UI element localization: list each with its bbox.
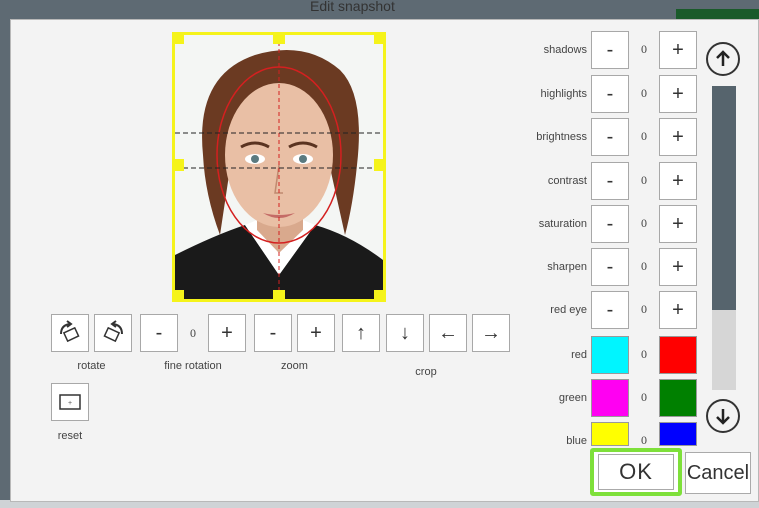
adjust-label-sharpen: sharpen bbox=[547, 261, 587, 273]
adjust-contrast-plus-button[interactable]: + bbox=[659, 162, 697, 200]
color-label-red: red bbox=[571, 349, 587, 361]
adjust-label-shadows: shadows bbox=[543, 44, 587, 56]
adjust-red-eye-value: 0 bbox=[641, 302, 647, 316]
color-blue-increase-swatch[interactable] bbox=[659, 422, 697, 446]
arrow-up-icon bbox=[716, 50, 730, 66]
arrow-down-icon: ↓ bbox=[400, 321, 410, 344]
adjust-saturation-minus-button[interactable]: - bbox=[591, 205, 629, 243]
adjust-sharpen-minus-button[interactable]: - bbox=[591, 248, 629, 286]
color-green-increase-swatch[interactable] bbox=[659, 379, 697, 417]
adjust-brightness-minus-button[interactable]: - bbox=[591, 118, 629, 156]
adjust-label-saturation: saturation bbox=[538, 218, 587, 230]
reset-icon: + bbox=[59, 394, 81, 410]
crop-up-button[interactable]: ↑ bbox=[342, 314, 380, 352]
adjust-label-brightness: brightness bbox=[536, 131, 587, 143]
scroll-up-button[interactable] bbox=[706, 42, 740, 76]
arrow-up-icon: ↑ bbox=[356, 321, 366, 344]
adjust-contrast-value: 0 bbox=[641, 173, 647, 187]
arrow-right-icon: → bbox=[481, 321, 501, 344]
crop-right-button[interactable]: → bbox=[472, 314, 510, 352]
color-red-decrease-swatch[interactable] bbox=[591, 336, 629, 374]
fine-rotation-value: 0 bbox=[190, 326, 196, 340]
crop-handle[interactable] bbox=[273, 290, 285, 299]
color-label-blue: blue bbox=[566, 435, 587, 447]
adjust-label-contrast: contrast bbox=[547, 175, 587, 187]
adjust-red-eye-plus-button[interactable]: + bbox=[659, 291, 697, 329]
fine-rotation-minus-button[interactable]: - bbox=[140, 314, 178, 352]
adjust-highlights-minus-button[interactable]: - bbox=[591, 75, 629, 113]
zoom-in-button[interactable]: + bbox=[297, 314, 335, 352]
crop-handle[interactable] bbox=[374, 35, 383, 44]
adjust-brightness-value: 0 bbox=[641, 129, 647, 143]
ok-button[interactable]: OK bbox=[598, 454, 674, 490]
window-title: Edit snapshot bbox=[310, 0, 395, 14]
zoom-out-button[interactable]: - bbox=[254, 314, 292, 352]
arrow-left-icon: ← bbox=[438, 321, 458, 344]
portrait-image bbox=[175, 35, 383, 299]
cancel-button[interactable]: Cancel bbox=[685, 452, 751, 494]
adjust-red-eye-minus-button[interactable]: - bbox=[591, 291, 629, 329]
adjust-sharpen-plus-button[interactable]: + bbox=[659, 248, 697, 286]
fine-rotation-label: fine rotation bbox=[164, 360, 222, 372]
photo-preview[interactable] bbox=[172, 32, 386, 302]
rotate-left-icon bbox=[60, 320, 80, 343]
adjust-brightness-plus-button[interactable]: + bbox=[659, 118, 697, 156]
color-blue-value: 0 bbox=[641, 433, 647, 447]
rotate-right-button[interactable] bbox=[94, 314, 132, 352]
scrollbar-thumb[interactable] bbox=[712, 86, 736, 310]
adjust-shadows-minus-button[interactable]: - bbox=[591, 31, 629, 69]
crop-handle[interactable] bbox=[175, 35, 184, 44]
scroll-down-button[interactable] bbox=[706, 399, 740, 433]
adjust-saturation-value: 0 bbox=[641, 216, 647, 230]
adjust-label-highlights: highlights bbox=[540, 88, 587, 100]
zoom-label: zoom bbox=[281, 360, 308, 372]
crop-handle[interactable] bbox=[374, 159, 383, 171]
crop-handle[interactable] bbox=[175, 159, 184, 171]
crop-handle[interactable] bbox=[273, 35, 285, 44]
crop-down-button[interactable]: ↓ bbox=[386, 314, 424, 352]
rotate-label: rotate bbox=[77, 360, 106, 372]
arrow-down-icon bbox=[716, 409, 730, 425]
adjust-highlights-value: 0 bbox=[641, 86, 647, 100]
reset-label: reset bbox=[57, 430, 83, 442]
svg-text:+: + bbox=[68, 400, 72, 407]
crop-left-button[interactable]: ← bbox=[429, 314, 467, 352]
adjust-shadows-plus-button[interactable]: + bbox=[659, 31, 697, 69]
background-bar bbox=[676, 9, 759, 19]
color-green-value: 0 bbox=[641, 390, 647, 404]
crop-label: crop bbox=[415, 366, 437, 378]
ok-button-highlight[interactable]: OK bbox=[590, 448, 682, 496]
color-red-value: 0 bbox=[641, 347, 647, 361]
adjust-shadows-value: 0 bbox=[641, 42, 647, 56]
rotate-left-button[interactable] bbox=[51, 314, 89, 352]
fine-rotation-plus-button[interactable]: + bbox=[208, 314, 246, 352]
color-blue-decrease-swatch[interactable] bbox=[591, 422, 629, 446]
adjust-sharpen-value: 0 bbox=[641, 259, 647, 273]
color-red-increase-swatch[interactable] bbox=[659, 336, 697, 374]
rotate-right-icon bbox=[103, 320, 123, 343]
adjust-label-red-eye: red eye bbox=[550, 304, 587, 316]
adjust-highlights-plus-button[interactable]: + bbox=[659, 75, 697, 113]
color-label-green: green bbox=[558, 392, 587, 404]
reset-button[interactable]: + bbox=[51, 383, 89, 421]
adjust-saturation-plus-button[interactable]: + bbox=[659, 205, 697, 243]
color-green-decrease-swatch[interactable] bbox=[591, 379, 629, 417]
adjust-contrast-minus-button[interactable]: - bbox=[591, 162, 629, 200]
crop-handle[interactable] bbox=[175, 290, 184, 299]
crop-handle[interactable] bbox=[374, 290, 383, 299]
